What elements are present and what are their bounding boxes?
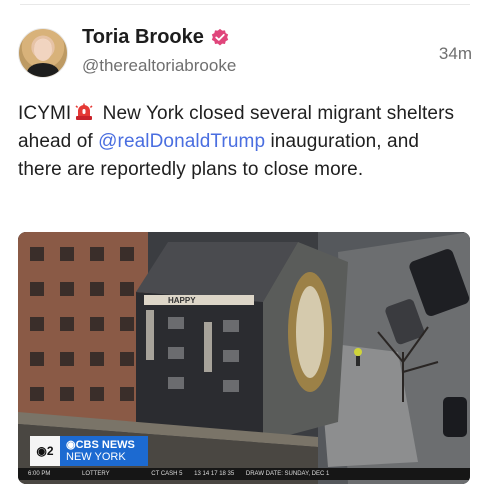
cbs-news-banner: ◉CBS NEWS NEW YORK	[60, 436, 148, 466]
post-time: 34m	[438, 44, 472, 63]
handle[interactable]: @therealtoriabrooke	[82, 56, 236, 76]
news-lower-third: ◉ 2 ◉CBS NEWS NEW YORK 6:00 PM LOTTERY CT…	[18, 436, 470, 484]
lottery-ticker: 6:00 PM LOTTERY CT CASH 5 13 14 17 18 35…	[18, 468, 470, 480]
text-before: ICYMI	[18, 103, 72, 124]
display-name[interactable]: Toria Brooke	[82, 26, 204, 49]
banner-brand: CBS NEWS	[75, 439, 135, 451]
channel-number: 2	[46, 444, 54, 458]
banner-city: NEW YORK	[66, 451, 126, 463]
ticker-game: CT CASH 5	[151, 471, 183, 477]
top-divider	[20, 4, 470, 5]
ticker-label: LOTTERY	[82, 471, 110, 477]
ticker-numbers: 13 14 17 18 35	[194, 471, 235, 477]
post-text: ICYMI New York closed several migrant sh…	[18, 100, 458, 184]
mention-link[interactable]: @realDonaldTrump	[98, 131, 265, 152]
avatar[interactable]	[18, 28, 68, 78]
post-header: Toria Brooke @therealtoriabrooke 34m	[18, 22, 472, 82]
ticker-time: 6:00 PM	[28, 471, 51, 477]
name-row: Toria Brooke	[82, 26, 230, 49]
cbs-eye-icon: ◉	[66, 439, 76, 451]
building-sign: HAPPY	[168, 296, 196, 305]
ticker-draw-date: DRAW DATE: SUNDAY, DEC 1	[245, 471, 330, 477]
siren-icon	[75, 103, 93, 120]
post-media-video[interactable]: HAPPY ◉ 2 ◉CBS NEWS NEW YORK 6:00 PM LOT…	[18, 232, 470, 484]
verified-badge-icon	[211, 28, 229, 45]
channel-logo: ◉ 2	[30, 436, 60, 466]
